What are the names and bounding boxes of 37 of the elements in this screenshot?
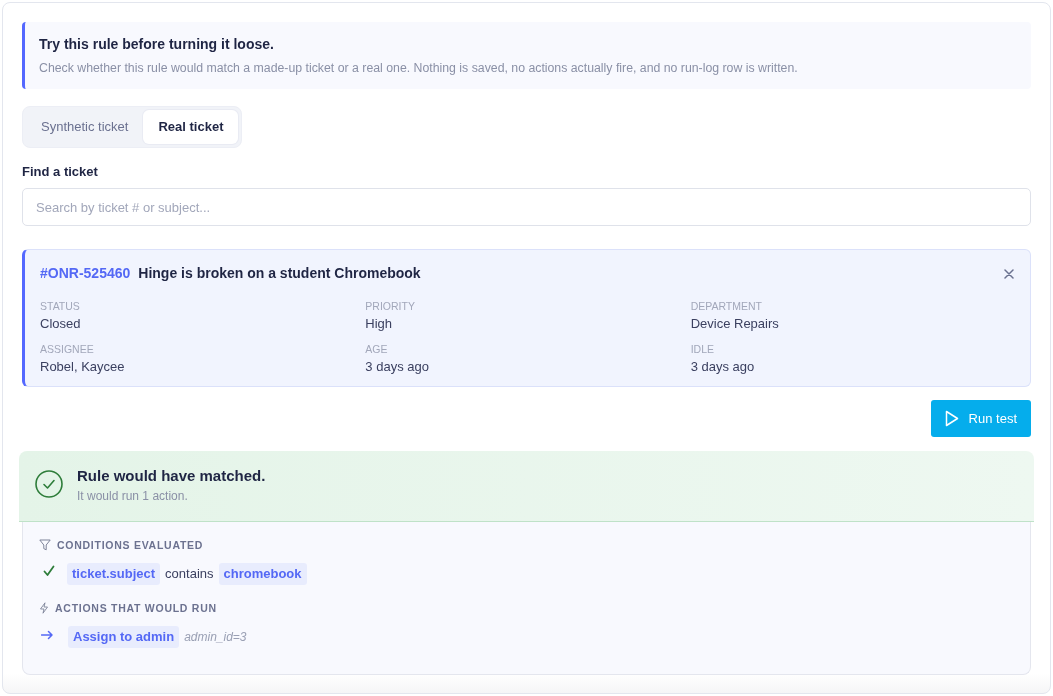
lightning-icon: [39, 602, 49, 614]
field-label: IDLE: [690, 342, 715, 356]
operator-text: contains: [165, 565, 214, 583]
mode-tab[interactable]: Synthetic ticket: [26, 110, 144, 144]
ticket-subject: Hinge is broken on a student Chromebook: [138, 264, 421, 283]
field-value: Device Repairs: [690, 316, 780, 332]
field-value: Closed: [40, 316, 82, 332]
ticket-number: #ONR-525460: [40, 264, 131, 283]
notice-text: Check whether this rule would match a made-up ticket or a real one. Nothing is saved, no actions actually fire, and no run-log row is written.: [39, 60, 799, 76]
field-value: 3 days ago: [690, 359, 756, 375]
funnel-icon: [39, 539, 51, 551]
result-subtitle: It would run 1 action.: [77, 488, 189, 504]
search-field[interactable]: Search by ticket # or subject...: [22, 188, 1031, 226]
field-label: Find a ticket: [22, 164, 99, 180]
section-title: ACTIONS THAT WOULD RUN: [55, 601, 217, 615]
field-value: High: [365, 316, 394, 332]
field-value: Robel, Kaycee: [40, 359, 126, 375]
action-params: admin_id=3: [184, 629, 247, 646]
field-value: 3 days ago: [365, 359, 430, 375]
field-chip: ticket.subject: [67, 563, 161, 585]
field-label: AGE: [365, 342, 389, 356]
field-label: STATUS: [40, 299, 81, 313]
section-title: CONDITIONS EVALUATED: [57, 538, 204, 552]
value-chip: chromebook: [218, 563, 307, 585]
result-title: Rule would have matched.: [77, 467, 266, 485]
close-icon: [1004, 268, 1014, 279]
field-label: DEPARTMENT: [690, 299, 764, 313]
field-label: PRIORITY: [365, 299, 416, 313]
close-button[interactable]: [1002, 266, 1016, 281]
mode-tab[interactable]: Real ticket: [143, 110, 239, 144]
notice-title: Try this rule before turning it loose.: [39, 35, 275, 53]
arrow-right-icon: [41, 630, 53, 640]
play-icon: [944, 410, 959, 427]
run-test-button[interactable]: Run test: [930, 400, 1031, 437]
check-circle-icon: [35, 470, 63, 498]
field-label: ASSIGNEE: [40, 342, 95, 356]
action-chip: Assign to admin: [68, 626, 180, 648]
